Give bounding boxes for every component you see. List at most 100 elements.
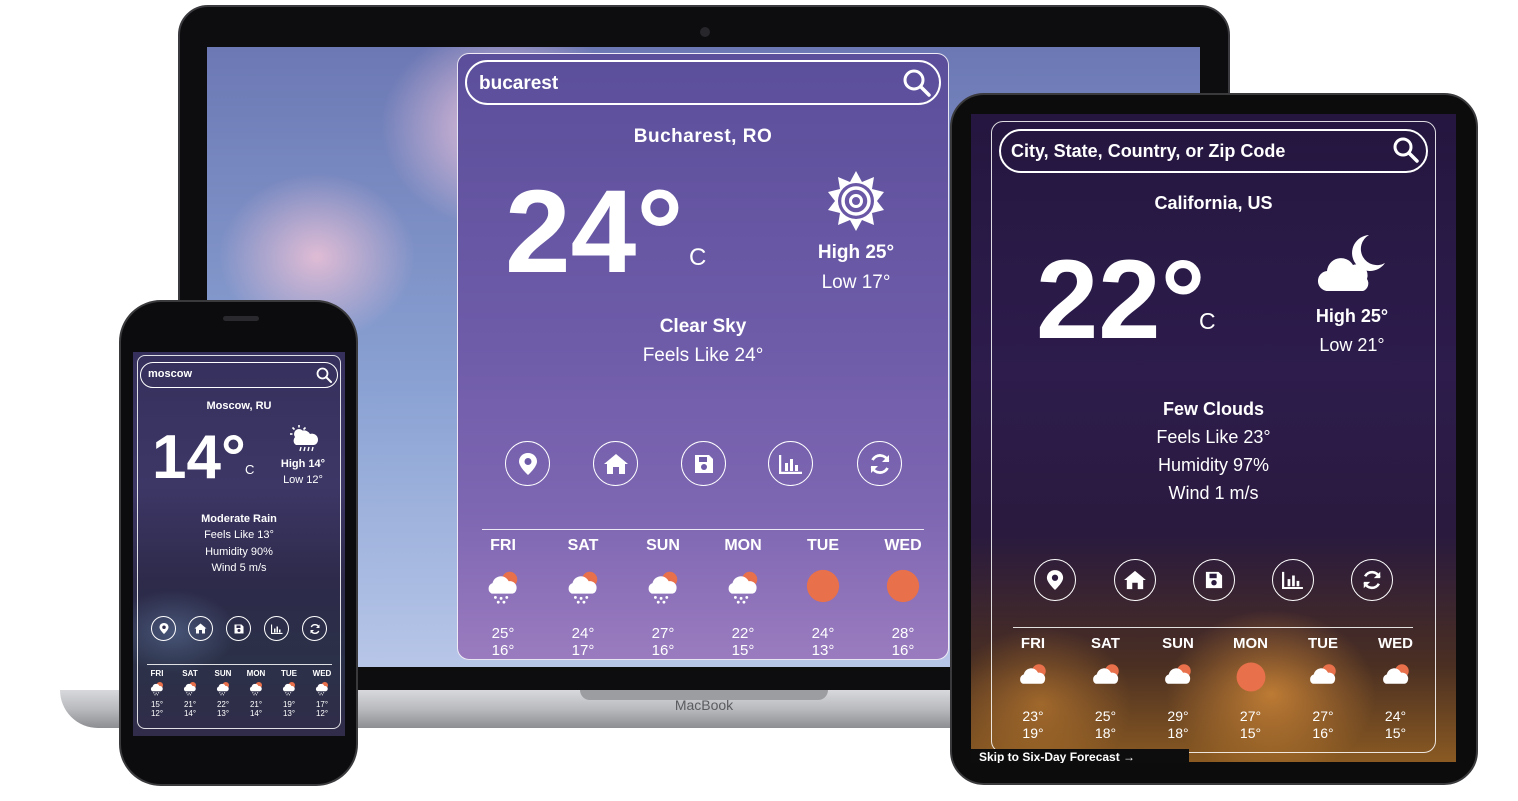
cloud-rain-sun-icon [240, 680, 272, 696]
skip-forecast-link[interactable]: Skip to Six-Day Forecast → [971, 749, 1189, 763]
condition-text: Clear Sky [659, 316, 747, 337]
forecast-high: 24° [811, 625, 835, 642]
save-icon [234, 624, 243, 633]
forecast-high: 17° [315, 700, 329, 709]
forecast-high: 23° [1022, 708, 1044, 724]
forecast-day-label: SUN [1162, 635, 1194, 652]
macbook-camera [700, 27, 710, 37]
forecast-day-wed: WED 17° 12° [306, 669, 338, 718]
current-temp: 14° [152, 423, 246, 492]
forecast-low: 13° [282, 709, 296, 718]
forecast-day-tue: TUE 19° 13° [273, 669, 305, 718]
temp-unit: C [1199, 308, 1216, 334]
cloud-rain-sun-icon [548, 567, 618, 605]
chart-icon [270, 624, 282, 634]
location-title: Bucharest, RO [633, 126, 773, 147]
cloud-rain-sun-icon [306, 680, 338, 696]
forecast-day-label: SAT [182, 669, 198, 678]
forecast-high: 27° [651, 625, 675, 642]
forecast-day-mon: MON 27° 15° [1219, 635, 1283, 742]
forecast-day-label: WED [1378, 635, 1413, 652]
forecast-day-label: WED [884, 537, 922, 554]
forecast-low: 14° [183, 709, 197, 718]
wind-text: Wind 1 m/s [1168, 483, 1259, 503]
forecast-low: 13° [216, 709, 230, 718]
macbook-label: MacBook [674, 697, 734, 713]
forecast-day-fri: FRI 15° 12° [141, 669, 173, 718]
forecast-day-sat: SAT 25° 18° [1074, 635, 1138, 742]
humidity-text: Humidity 90% [205, 546, 273, 558]
chart-icon [1282, 571, 1303, 589]
forecast-high: 24° [1384, 708, 1407, 724]
forecast-day-sat: SAT 21° 14° [174, 669, 206, 718]
save-button[interactable] [1193, 559, 1235, 601]
search-icon[interactable] [1392, 136, 1420, 164]
refresh-icon [1363, 570, 1381, 590]
refresh-button[interactable] [857, 441, 902, 486]
chart-button[interactable] [1272, 559, 1314, 601]
forecast-day-sun: SUN 22° 13° [207, 669, 239, 718]
refresh-button[interactable] [302, 616, 327, 641]
forecast-low: 15° [731, 642, 755, 659]
forecast-day-fri: FRI 25° 16° [468, 537, 538, 659]
forecast-high: 28° [891, 625, 915, 642]
forecast-day-sat: SAT 24° 17° [548, 537, 618, 659]
forecast-high: 27° [1312, 708, 1334, 724]
home-button[interactable] [188, 616, 213, 641]
forecast-divider [482, 529, 924, 530]
cloud-sun-icon [1074, 660, 1138, 694]
home-button[interactable] [1114, 559, 1156, 601]
sun-cloud-rain-icon [290, 425, 319, 452]
location-button[interactable] [505, 441, 550, 486]
forecast-high: 25° [491, 625, 515, 642]
forecast-day-label: TUE [281, 669, 297, 678]
location-title: Moscow, RU [206, 400, 272, 412]
feels-like-text: Feels Like 24° [642, 345, 764, 366]
cloud-sun-icon [1364, 660, 1428, 694]
forecast-low: 16° [1312, 725, 1334, 741]
cloud-rain-sun-icon [207, 680, 239, 696]
forecast-high: 25° [1094, 708, 1117, 724]
forecast-high: 22° [731, 625, 755, 642]
refresh-icon [870, 453, 889, 474]
chart-icon [778, 454, 802, 474]
wind-text: Wind 5 m/s [211, 562, 267, 574]
search-icon[interactable] [316, 367, 332, 383]
high-temp: High 14° [280, 458, 326, 470]
forecast-low: 15° [1239, 725, 1262, 741]
forecast-day-wed: WED 24° 15° [1364, 635, 1428, 742]
forecast-low: 16° [651, 642, 675, 659]
forecast-low: 16° [891, 642, 915, 659]
home-button[interactable] [593, 441, 638, 486]
location-button[interactable] [151, 616, 176, 641]
home-icon [1124, 570, 1146, 590]
cloud-rain-sun-icon [708, 567, 778, 605]
home-icon [194, 623, 207, 634]
forecast-divider [1013, 627, 1413, 628]
moon-cloud-icon [1317, 235, 1385, 292]
search-input-mobile[interactable]: moscow [148, 368, 192, 380]
forecast-day-mon: MON 21° 14° [240, 669, 272, 718]
location-button[interactable] [1034, 559, 1076, 601]
forecast-day-label: FRI [1020, 635, 1046, 652]
forecast-day-label: TUE [807, 537, 839, 554]
save-button[interactable] [226, 616, 251, 641]
save-icon [1205, 571, 1223, 589]
temp-unit: C [689, 244, 707, 271]
chart-button[interactable] [768, 441, 813, 486]
refresh-button[interactable] [1351, 559, 1393, 601]
forecast-day-tue: TUE 27° 16° [1291, 635, 1355, 742]
forecast-high: 15° [150, 700, 164, 709]
chart-button[interactable] [264, 616, 289, 641]
search-input-desktop[interactable]: bucarest [479, 73, 558, 95]
search-icon[interactable] [902, 68, 932, 98]
condition-text: Few Clouds [1162, 399, 1264, 419]
forecast-low: 12° [150, 709, 164, 718]
forecast-day-tue: TUE 24° 13° [788, 537, 858, 659]
location-title: California, US [1154, 193, 1273, 213]
save-button[interactable] [681, 441, 726, 486]
search-input-tablet[interactable]: City, State, Country, or Zip Code [1011, 141, 1285, 162]
forecast-day-label: TUE [1308, 635, 1338, 652]
condition-text: Moderate Rain [201, 513, 277, 525]
forecast-day-label: SUN [646, 537, 680, 554]
